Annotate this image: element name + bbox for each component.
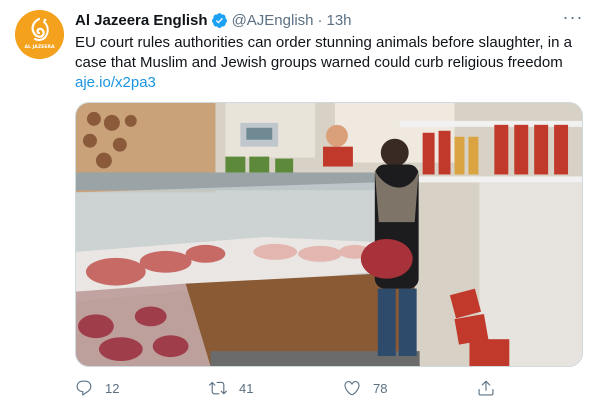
share-icon — [478, 380, 494, 396]
avatar-text: AL JAZEERA — [24, 44, 54, 50]
author-name[interactable]: Al Jazeera English — [75, 12, 208, 29]
more-icon[interactable]: ··· — [562, 8, 584, 30]
retweet-button[interactable]: 41 — [209, 378, 253, 398]
timestamp[interactable]: 13h — [327, 12, 352, 29]
butcher-shop-photo — [76, 103, 582, 366]
like-count: 78 — [373, 380, 388, 396]
tweet-actions: 12 41 78 — [75, 378, 565, 398]
reply-button[interactable]: 12 — [75, 378, 119, 398]
like-button[interactable]: 78 — [343, 378, 387, 398]
al-jazeera-logo-icon: AL JAZEERA — [15, 10, 64, 59]
tweet-photo[interactable] — [75, 102, 583, 367]
author-handle[interactable]: @AJEnglish — [232, 12, 314, 29]
share-button[interactable] — [477, 378, 495, 398]
separator-dot: · — [317, 11, 323, 29]
avatar[interactable]: AL JAZEERA — [15, 10, 64, 59]
verified-badge-icon — [211, 12, 228, 29]
retweet-icon — [209, 381, 227, 395]
tweet-link[interactable]: aje.io/x2pa3 — [75, 73, 156, 93]
tweet-header: Al Jazeera English @AJEnglish · 13h — [75, 10, 352, 30]
tweet-text: EU court rules authorities can order stu… — [75, 34, 572, 71]
tweet[interactable]: AL JAZEERA Al Jazeera English @AJEnglish… — [0, 0, 598, 408]
reply-count: 12 — [105, 380, 120, 396]
retweet-count: 41 — [239, 380, 254, 396]
reply-icon — [76, 380, 92, 396]
heart-icon — [344, 381, 360, 396]
